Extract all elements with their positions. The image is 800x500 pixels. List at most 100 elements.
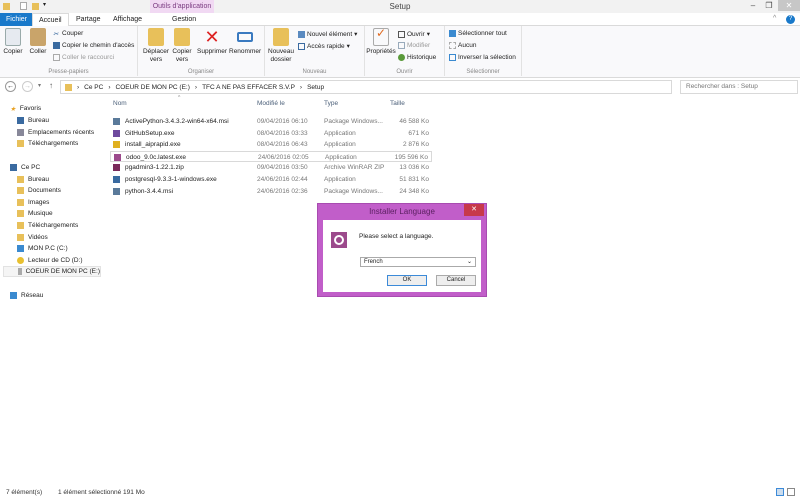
file-icon: [113, 129, 120, 137]
nouvel-element-button[interactable]: Nouvel élément ▾: [298, 30, 357, 38]
label: Lecteur de CD (D:): [28, 257, 83, 264]
couper-button[interactable]: ✂ Couper: [53, 30, 83, 38]
copier-button[interactable]: Copier: [3, 28, 23, 56]
copier-chemin-button[interactable]: Copier le chemin d'accès: [53, 42, 134, 49]
recent-locations-icon[interactable]: ▾: [38, 82, 41, 89]
label: Bureau: [28, 176, 49, 183]
shortcut-icon: [53, 54, 60, 61]
drive-icon: [17, 245, 24, 252]
cancel-button[interactable]: Cancel: [436, 275, 476, 286]
file-date: 24/06/2016 02:05: [258, 153, 309, 161]
file-row[interactable]: postgresql-9.3.3-1-windows.exe 24/06/201…: [110, 174, 432, 185]
supprimer-button[interactable]: ✕ Supprimer: [196, 28, 228, 56]
tab-gestion[interactable]: Gestion: [166, 13, 202, 26]
invert-selection-icon: [449, 54, 456, 61]
rename-icon: [237, 32, 253, 42]
nav-item[interactable]: Bureau: [17, 117, 49, 124]
breadcrumb-item[interactable]: Setup: [307, 84, 324, 91]
forward-icon[interactable]: →: [22, 81, 33, 92]
deplacer-button[interactable]: Déplacer vers: [142, 28, 170, 64]
historique-button[interactable]: Historique: [398, 54, 436, 61]
tab-accueil[interactable]: Accueil: [32, 13, 69, 27]
group-label: Presse-papiers: [48, 69, 89, 75]
coller-button[interactable]: Coller: [27, 28, 49, 56]
label: Propriétés: [366, 48, 396, 55]
computer-icon: [10, 164, 17, 171]
file-row[interactable]: GitHubSetup.exe 08/04/2016 03:33 Applica…: [110, 128, 432, 139]
nav-ce-pc[interactable]: Ce PC: [10, 164, 40, 171]
delete-icon: ✕: [204, 27, 220, 47]
column-header-nom[interactable]: Nom: [113, 100, 127, 107]
nav-item[interactable]: MON P.C (C:): [17, 245, 68, 252]
acces-rapide-button[interactable]: Accès rapide ▾: [298, 42, 350, 50]
collapse-ribbon-icon[interactable]: ^: [773, 15, 776, 22]
ouvrir-button[interactable]: Ouvrir ▾: [398, 30, 430, 38]
tab-fichier[interactable]: Fichier: [0, 13, 34, 26]
coller-raccourci-button[interactable]: Coller le raccourci: [53, 54, 114, 61]
file-name: ActivePython-3.4.3.2-win64-x64.msi: [125, 118, 229, 125]
folder-icon: [17, 210, 24, 217]
file-row[interactable]: pgadmin3-1.22.1.zip 09/04/2016 03:50 Arc…: [110, 162, 432, 173]
file-name: install_aiprapid.exe: [125, 141, 181, 149]
file-size: 13 036 Ko: [399, 164, 429, 172]
breadcrumb-item[interactable]: COEUR DE MON PC (E:): [116, 84, 190, 91]
nav-item[interactable]: Emplacements récents: [17, 129, 94, 136]
proprietes-button[interactable]: ✓ Propriétés: [366, 27, 396, 56]
column-header-taille[interactable]: Taille: [390, 100, 405, 107]
search-input[interactable]: Rechercher dans : Setup: [680, 80, 798, 94]
nav-item[interactable]: Documents: [17, 187, 61, 194]
inverser-selection-button[interactable]: Inverser la sélection: [449, 54, 516, 61]
address-bar[interactable]: › Ce PC › COEUR DE MON PC (E:) › TFC A NE P…: [60, 80, 672, 94]
label: Emplacements récents: [28, 129, 95, 136]
tab-partage[interactable]: Partage: [70, 13, 107, 26]
renommer-button[interactable]: Renommer: [229, 28, 261, 56]
separator-icon: ›: [299, 83, 303, 91]
file-row[interactable]: odoo_9.0c.latest.exe 24/06/2016 02:05 Ap…: [110, 150, 432, 162]
nav-item-selected[interactable]: COEUR DE MON PC (E:): [3, 266, 101, 277]
details-view-icon[interactable]: [776, 488, 784, 496]
file-row[interactable]: install_aiprapid.exe 08/04/2016 06:43 Ap…: [110, 139, 432, 150]
large-icons-view-icon[interactable]: [787, 488, 795, 496]
column-header-modifie[interactable]: Modifié le: [257, 100, 285, 107]
nav-item[interactable]: Images: [17, 199, 49, 206]
label: Inverser la sélection: [458, 54, 516, 61]
selectionner-tout-button[interactable]: Sélectionner tout: [449, 30, 507, 37]
label: Coller le raccourci: [62, 54, 115, 61]
folder-icon: [65, 83, 72, 91]
label: Accès rapide: [307, 42, 345, 50]
breadcrumb-item[interactable]: Ce PC: [84, 84, 103, 91]
breadcrumb-item[interactable]: TFC A NE PAS EFFACER S.V.P: [202, 84, 295, 91]
odoo-logo-icon: [331, 232, 347, 248]
nav-reseau[interactable]: Réseau: [10, 292, 43, 299]
column-header-type[interactable]: Type: [324, 100, 338, 107]
group-presse-papiers: Copier Coller ✂ Couper Copier le chemin d…: [0, 26, 138, 76]
nav-item[interactable]: Bureau: [17, 176, 49, 183]
help-icon[interactable]: ?: [786, 15, 795, 24]
file-date: 08/04/2016 03:33: [257, 129, 308, 137]
tab-affichage[interactable]: Affichage: [107, 13, 148, 26]
file-row[interactable]: python-3.4.4.msi 24/06/2016 02:36 Packag…: [110, 186, 432, 197]
nav-item[interactable]: Téléchargements: [17, 140, 78, 147]
nav-favoris[interactable]: ★ Favoris: [10, 105, 41, 113]
desktop-icon: [17, 117, 24, 124]
nav-item[interactable]: Musique: [17, 210, 53, 217]
nouveau-dossier-button[interactable]: Nouveau dossier: [268, 28, 294, 64]
file-type: Application: [324, 129, 356, 137]
ok-button[interactable]: OK: [387, 275, 427, 286]
nav-item[interactable]: Lecteur de CD (D:): [17, 257, 83, 264]
file-row[interactable]: ActivePython-3.4.3.2-win64-x64.msi 09/04…: [110, 116, 432, 127]
nav-item[interactable]: Téléchargements: [17, 222, 78, 229]
language-select[interactable]: French ⌄: [360, 257, 476, 267]
nav-item[interactable]: Vidéos: [17, 234, 48, 241]
up-icon[interactable]: ↑: [49, 81, 53, 90]
group-label: Ouvrir: [396, 69, 413, 75]
close-icon[interactable]: ✕: [778, 0, 800, 11]
back-icon[interactable]: ←: [5, 81, 16, 92]
file-date: 08/04/2016 06:43: [257, 141, 308, 149]
aucun-button[interactable]: Aucun: [449, 42, 476, 49]
modifier-button[interactable]: Modifier: [398, 42, 430, 49]
maximize-icon[interactable]: ❐: [760, 0, 778, 11]
copier-vers-button[interactable]: Copier vers: [170, 28, 194, 64]
label: Déplacer vers: [142, 48, 169, 63]
dialog-close-icon[interactable]: ✕: [464, 204, 484, 216]
